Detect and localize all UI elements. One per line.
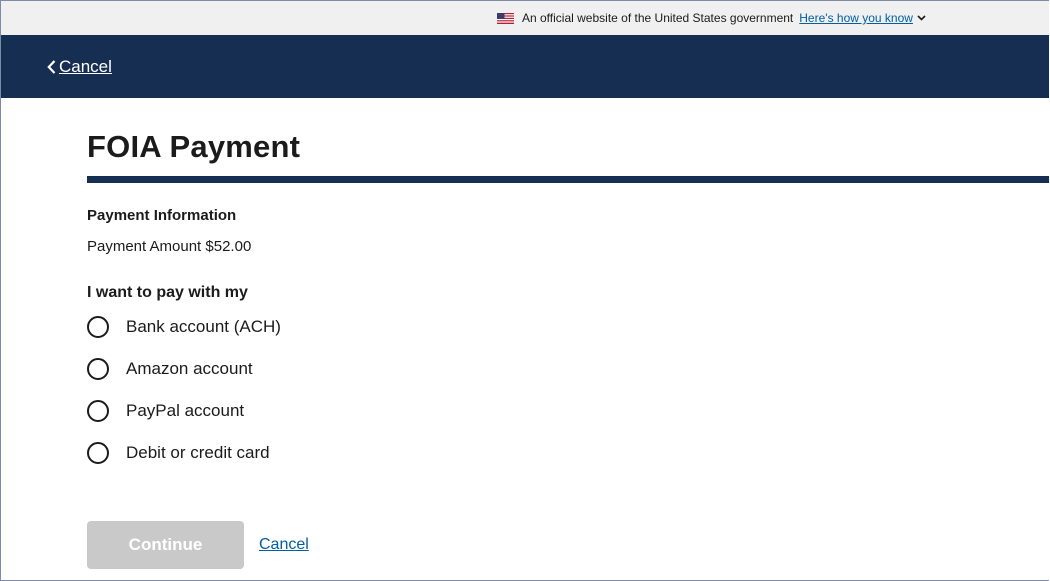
heres-how-you-know-link[interactable]: Here's how you know xyxy=(799,11,913,25)
radio-bank-account[interactable] xyxy=(87,316,109,338)
option-label[interactable]: Debit or credit card xyxy=(126,443,270,463)
gov-banner-text: An official website of the United States… xyxy=(522,11,794,25)
site-header: Cancel xyxy=(1,35,1049,98)
option-bank-account[interactable]: Bank account (ACH) xyxy=(87,316,281,338)
cancel-link[interactable]: Cancel xyxy=(259,536,309,554)
radio-debit-credit-card[interactable] xyxy=(87,442,109,464)
header-cancel-label: Cancel xyxy=(59,57,112,76)
payment-amount-label: Payment Amount xyxy=(87,238,202,255)
payment-info-heading: Payment Information xyxy=(87,207,237,224)
option-amazon-account[interactable]: Amazon account xyxy=(87,358,253,380)
page-frame: An official website of the United States… xyxy=(0,0,1049,581)
radio-amazon-account[interactable] xyxy=(87,358,109,380)
gov-banner-content: An official website of the United States… xyxy=(497,1,926,35)
radio-paypal-account[interactable] xyxy=(87,400,109,422)
title-divider xyxy=(87,176,1049,183)
chevron-down-icon[interactable] xyxy=(917,15,926,21)
header-cancel-link[interactable]: Cancel xyxy=(47,57,112,77)
payment-method-legend: I want to pay with my xyxy=(87,284,248,301)
option-label[interactable]: Amazon account xyxy=(126,359,253,379)
payment-amount-value: $52.00 xyxy=(205,238,252,255)
chevron-left-icon xyxy=(47,60,56,74)
gov-banner: An official website of the United States… xyxy=(1,1,1049,35)
payment-amount: Payment Amount $52.00 xyxy=(87,238,251,255)
us-flag-icon xyxy=(497,12,514,24)
continue-button[interactable]: Continue xyxy=(87,521,244,569)
page-title: FOIA Payment xyxy=(87,129,301,164)
option-label[interactable]: Bank account (ACH) xyxy=(126,317,281,337)
option-debit-credit-card[interactable]: Debit or credit card xyxy=(87,442,270,464)
option-label[interactable]: PayPal account xyxy=(126,401,244,421)
option-paypal-account[interactable]: PayPal account xyxy=(87,400,244,422)
